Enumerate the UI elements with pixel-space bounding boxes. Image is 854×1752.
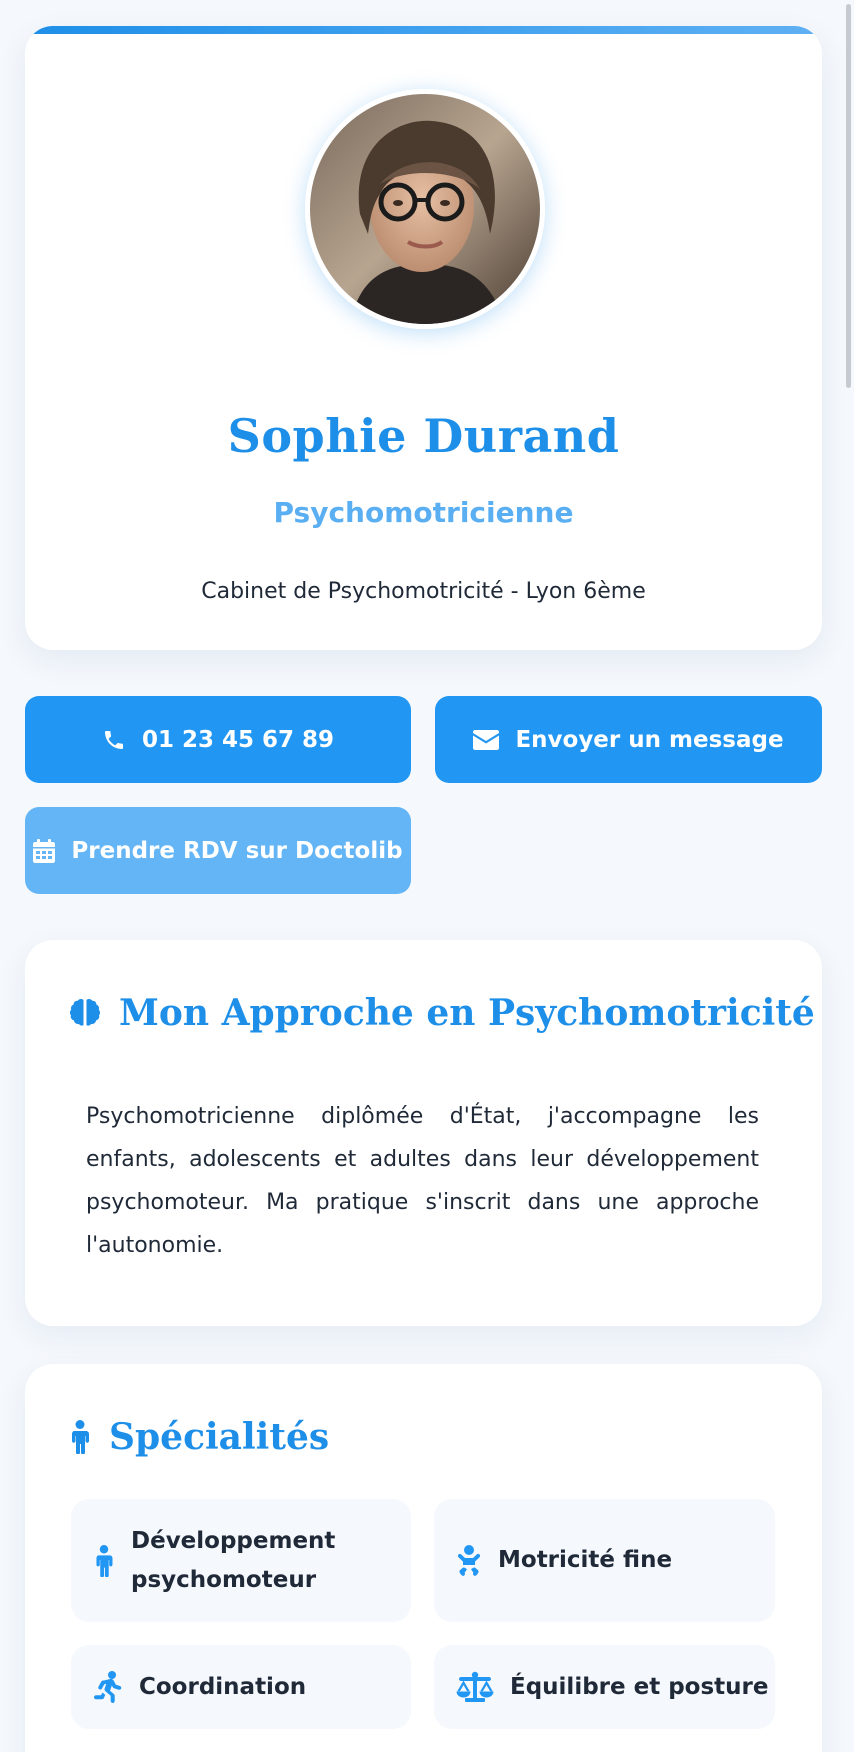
specialties-heading-text: Spécialités xyxy=(109,1416,330,1458)
calendar-icon xyxy=(33,838,56,863)
specialty-item-developpement: Développement psychomoteur xyxy=(71,1499,411,1622)
send-message-label: Envoyer un message xyxy=(515,726,784,753)
avatar-photo xyxy=(310,94,540,324)
approach-heading-text: Mon Approche en Psychomotricité xyxy=(119,992,815,1034)
call-button-label: 01 23 45 67 89 xyxy=(141,726,335,753)
balance-scale-icon xyxy=(456,1671,494,1702)
specialty-label: Développement psychomoteur xyxy=(131,1527,336,1593)
profile-cabinet: Cabinet de Psychomotricité - Lyon 6ème xyxy=(201,579,646,604)
child-icon xyxy=(96,1544,113,1577)
specialty-item-coordination: Coordination xyxy=(71,1645,411,1729)
card-accent-bar xyxy=(25,26,822,34)
specialty-label: Équilibre et posture xyxy=(510,1673,769,1700)
scrollbar[interactable] xyxy=(840,0,854,1752)
approach-card: Mon Approche en Psychomotricité Psychomo… xyxy=(25,940,822,1326)
envelope-icon xyxy=(473,729,500,750)
running-icon xyxy=(94,1671,122,1703)
profile-card: Sophie Durand Psychomotricienne Cabinet … xyxy=(25,26,822,650)
phone-icon xyxy=(104,730,123,749)
specialties-heading: Spécialités xyxy=(69,1416,329,1458)
child-icon xyxy=(72,1420,89,1454)
baby-icon xyxy=(457,1544,481,1576)
specialty-label: Motricité fine xyxy=(498,1547,673,1573)
specialty-item-motricite-fine: Motricité fine xyxy=(434,1499,775,1622)
profile-name: Sophie Durand xyxy=(227,409,620,463)
send-message-button[interactable]: Envoyer un message xyxy=(435,696,822,783)
specialty-label: Coordination xyxy=(139,1673,307,1700)
brain-icon xyxy=(69,999,101,1026)
approach-heading: Mon Approche en Psychomotricité xyxy=(69,992,815,1034)
doctolib-label: Prendre RDV sur Doctolib xyxy=(71,837,403,864)
specialties-card: Spécialités Développement psychomoteur M… xyxy=(25,1364,822,1752)
avatar xyxy=(305,89,545,329)
scrollbar-thumb[interactable] xyxy=(846,4,851,388)
profile-title: Psychomotricienne xyxy=(273,496,574,529)
approach-text: Psychomotricienne diplômée d'État, j'acc… xyxy=(86,1104,759,1258)
call-button[interactable]: 01 23 45 67 89 xyxy=(25,696,411,783)
specialty-item-equilibre: Équilibre et posture xyxy=(434,1645,775,1729)
doctolib-button[interactable]: Prendre RDV sur Doctolib xyxy=(25,807,411,894)
